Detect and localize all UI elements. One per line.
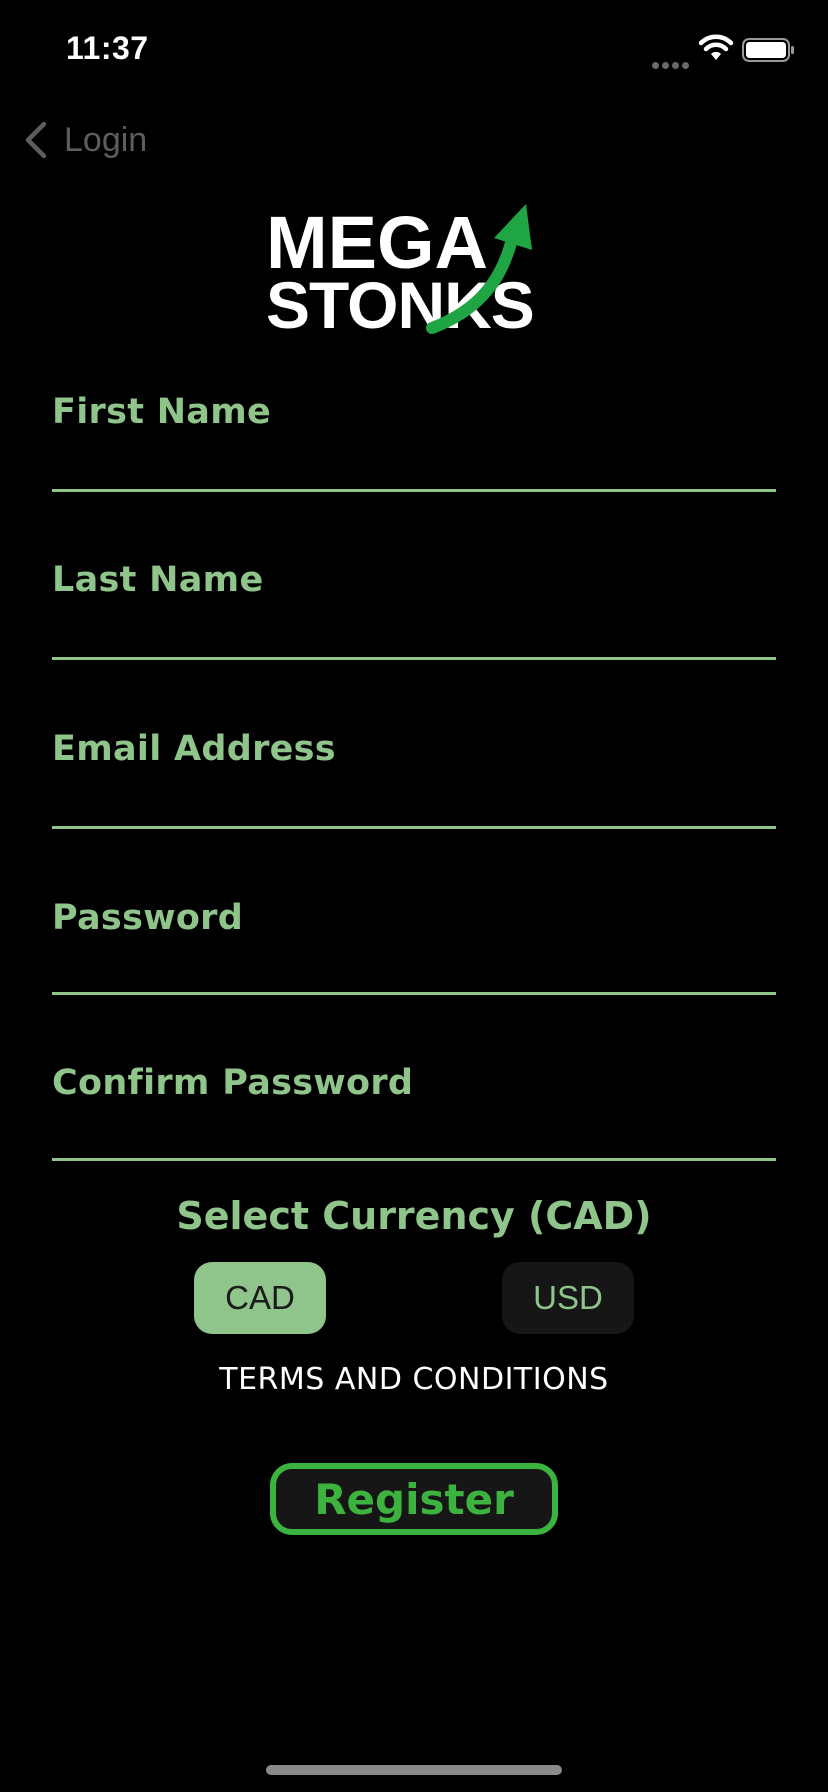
- battery-icon: [742, 38, 794, 62]
- chevron-left-icon: [25, 121, 47, 159]
- terms-and-conditions-link[interactable]: TERMS AND CONDITIONS: [0, 1362, 828, 1397]
- cellular-signal-icon: [652, 54, 692, 73]
- home-indicator[interactable]: [266, 1765, 562, 1775]
- first-name-input[interactable]: [52, 392, 776, 492]
- first-name-underline: [52, 489, 776, 492]
- currency-title: Select Currency (CAD): [176, 1194, 652, 1238]
- password-input[interactable]: [52, 898, 776, 998]
- confirm-password-field[interactable]: Confirm Password: [52, 1063, 776, 1163]
- last-name-underline: [52, 657, 776, 660]
- currency-usd-button[interactable]: USD: [502, 1262, 634, 1334]
- last-name-input[interactable]: [52, 560, 776, 660]
- first-name-field[interactable]: First Name: [52, 392, 776, 492]
- password-field[interactable]: Password: [52, 898, 776, 998]
- wifi-icon: [698, 34, 734, 60]
- status-bar: 11:37: [0, 0, 828, 100]
- password-underline: [52, 992, 776, 995]
- register-button[interactable]: Register: [270, 1463, 558, 1535]
- back-button-label: Login: [64, 120, 148, 159]
- mega-stonks-logo: MEGA STONKS: [266, 201, 535, 336]
- status-time: 11:37: [66, 30, 149, 66]
- email-field[interactable]: Email Address: [52, 729, 776, 829]
- last-name-field[interactable]: Last Name: [52, 560, 776, 660]
- email-input[interactable]: [52, 729, 776, 829]
- currency-cad-button[interactable]: CAD: [194, 1262, 326, 1334]
- email-underline: [52, 826, 776, 829]
- back-button[interactable]: Login: [22, 118, 147, 162]
- confirm-password-underline: [52, 1158, 776, 1161]
- confirm-password-input[interactable]: [52, 1063, 776, 1163]
